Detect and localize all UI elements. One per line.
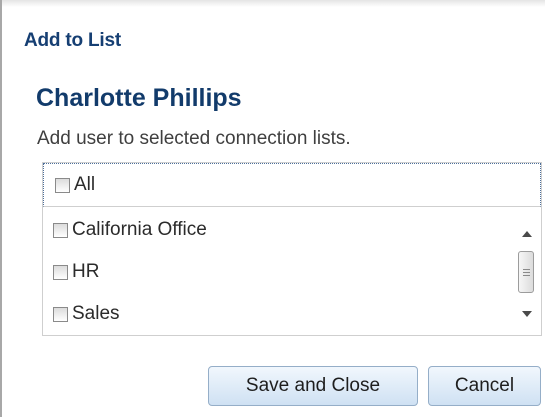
- instruction-text: Add user to selected connection lists.: [37, 128, 351, 149]
- dialog-top-edge: [2, 0, 545, 7]
- list-item-label[interactable]: California Office: [72, 219, 207, 241]
- list-item-sales[interactable]: Sales: [53, 300, 120, 328]
- list-scrollbar[interactable]: [513, 207, 541, 335]
- cancel-button[interactable]: Cancel: [428, 366, 541, 406]
- user-name-heading: Charlotte Phillips: [36, 84, 242, 112]
- select-all-row[interactable]: All: [43, 163, 541, 207]
- california-office-checkbox-icon[interactable]: [53, 222, 68, 238]
- scroll-grip-icon: [523, 269, 530, 270]
- select-all-label[interactable]: All: [74, 174, 95, 196]
- scroll-up-arrow-icon[interactable]: [522, 231, 532, 237]
- scroll-grip-icon: [523, 275, 530, 276]
- sales-checkbox-icon[interactable]: [53, 306, 68, 322]
- hr-checkbox-icon[interactable]: [53, 264, 68, 280]
- scroll-down-arrow-icon[interactable]: [522, 311, 532, 317]
- select-all-checkbox-icon[interactable]: [55, 177, 70, 193]
- connection-list: California Office HR Sales: [43, 207, 541, 335]
- scroll-thumb[interactable]: [518, 251, 534, 293]
- connection-list-box: All California Office HR Sales: [42, 162, 542, 336]
- dialog-title: Add to List: [24, 30, 122, 51]
- scroll-grip-icon: [523, 272, 530, 273]
- list-item-label[interactable]: Sales: [72, 303, 120, 325]
- list-item-california-office[interactable]: California Office: [53, 216, 207, 244]
- list-item-label[interactable]: HR: [72, 261, 99, 283]
- list-item-hr[interactable]: HR: [53, 258, 99, 286]
- add-to-list-dialog: Add to List Charlotte Phillips Add user …: [0, 0, 545, 417]
- save-and-close-button[interactable]: Save and Close: [208, 366, 418, 406]
